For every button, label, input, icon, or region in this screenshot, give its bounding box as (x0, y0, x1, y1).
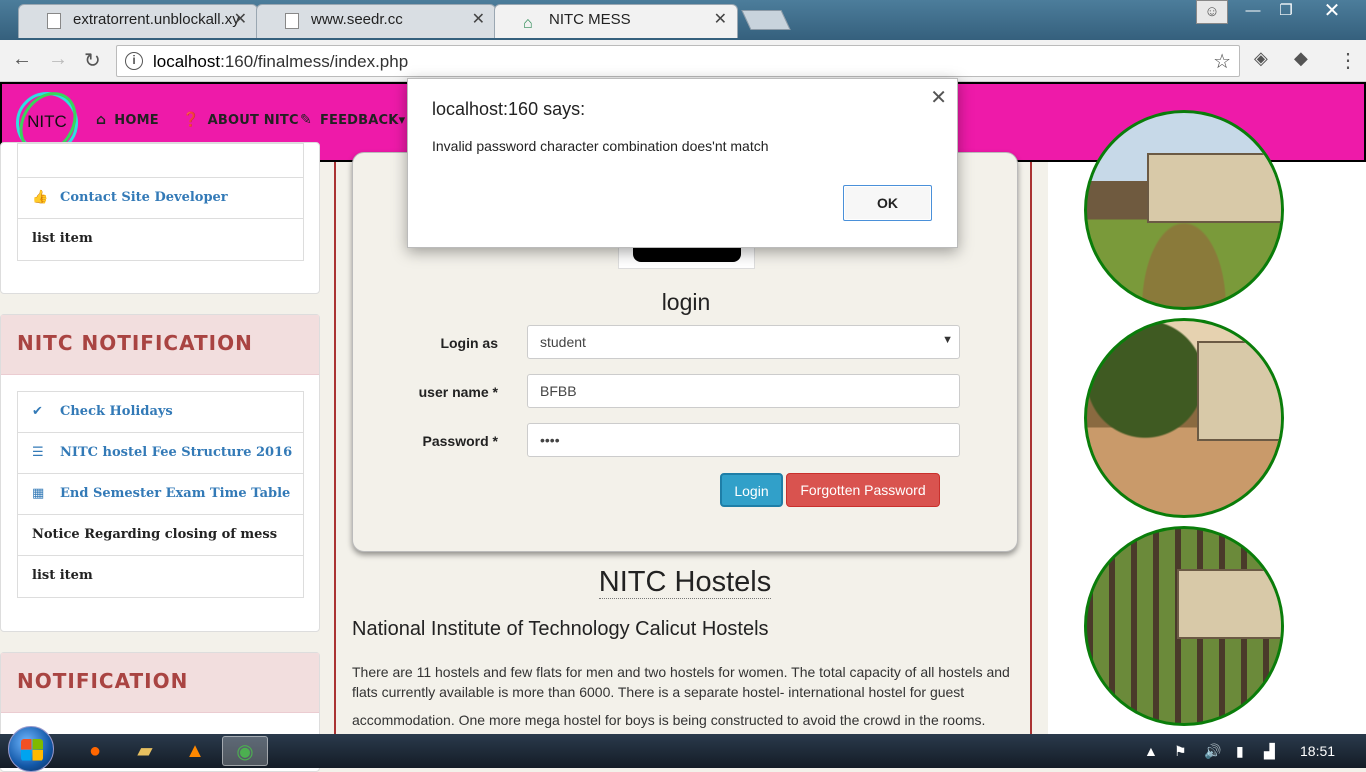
login-button[interactable]: Login (720, 473, 783, 507)
browser-titlebar: extratorrent.unblockall.xy ✕ www.seedr.c… (0, 0, 1366, 40)
links-list: 👍 Contact Site Developer list item (17, 143, 304, 261)
nav-about-nitc[interactable]: ❓ ABOUT NITC (182, 112, 299, 128)
caret-down-icon: ▾ (398, 113, 406, 128)
back-arrow-icon[interactable]: ← (12, 48, 32, 71)
tab-title: NITC MESS (549, 11, 631, 28)
minimize-icon[interactable]: — (1238, 0, 1268, 24)
volume-icon[interactable]: 🔊 (1204, 743, 1221, 760)
panel-title: NITC NOTIFICATION (1, 315, 319, 375)
home-icon: ⌂ (96, 112, 107, 128)
new-tab-button[interactable] (741, 10, 791, 30)
vlc-icon[interactable]: ▲ (172, 736, 218, 766)
page-title: NITC Hostels (598, 566, 772, 599)
maximize-icon[interactable]: ❐ (1270, 0, 1302, 24)
close-tab-icon[interactable]: ✕ (472, 5, 485, 35)
hostel-photo (1084, 110, 1284, 310)
taskbar-clock[interactable]: 18:51 (1300, 743, 1335, 759)
chrome-icon[interactable]: ◉ (222, 736, 268, 766)
reload-icon[interactable]: ↻ (84, 48, 101, 73)
nav-home[interactable]: ⌂ HOME (96, 112, 159, 128)
left-sidebar: 👍 Contact Site Developer list item NITC N… (0, 142, 320, 772)
bookmark-star-icon[interactable]: ☆ (1213, 49, 1231, 74)
question-circle-icon: ❓ (182, 112, 200, 128)
list-item[interactable]: list item (18, 556, 303, 597)
notification-list: ✔ Check Holidays ☰ NITC hostel Fee Structu… (17, 391, 304, 598)
links-panel: 👍 Contact Site Developer list item (0, 142, 320, 294)
list-item-check-holidays[interactable]: ✔ Check Holidays (18, 392, 303, 433)
login-as-label: Login as (440, 335, 498, 351)
list-item-exam-timetable[interactable]: ▦ End Semester Exam Time Table (18, 474, 303, 515)
close-tab-icon[interactable]: ✕ (234, 5, 247, 35)
paragraph: accommodation. One more mega hostel for … (352, 712, 986, 728)
windows-logo-icon (21, 739, 43, 761)
file-explorer-icon[interactable]: ▰ (122, 736, 168, 766)
login-as-select[interactable]: student ▼ (527, 325, 960, 359)
home-icon: ⌂ (523, 15, 533, 32)
pencil-icon: ✎ (300, 112, 312, 128)
nitc-notification-panel: NITC NOTIFICATION ✔ Check Holidays ☰ NITC … (0, 314, 320, 632)
page-icon (47, 13, 61, 29)
info-icon[interactable]: i (125, 52, 143, 70)
thumbs-up-icon: 👍 (32, 190, 49, 205)
password-label: Password * (422, 433, 498, 449)
nav-feedback[interactable]: ✎ FEEDBACK▾ (300, 112, 405, 128)
extension-icon[interactable]: ◆ (1294, 48, 1308, 69)
login-title: login (661, 289, 711, 315)
username-input[interactable]: BFBB (527, 374, 960, 408)
browser-toolbar: ← → ↻ i localhost:160/finalmess/index.ph… (0, 40, 1366, 82)
windows-taskbar: ● ▰ ▲ ◉ ▲ ⚑ 🔊 ▮ ▟ 18:51 (0, 726, 1366, 772)
url-text: localhost:160/finalmess/index.php (153, 52, 409, 71)
close-icon[interactable]: ✕ (930, 85, 947, 110)
dialog-message: Invalid password character combination d… (432, 138, 769, 154)
hostel-photo (1084, 318, 1284, 518)
right-gallery (1048, 110, 1366, 734)
menu-kebab-icon[interactable]: ⋮ (1338, 48, 1358, 73)
signal-icon[interactable]: ▟ (1264, 743, 1275, 760)
firefox-icon[interactable]: ● (72, 736, 118, 766)
dialog-title: localhost:160 says: (432, 99, 586, 119)
username-label: user name * (418, 384, 498, 400)
panel-title: NOTIFICATION (1, 653, 319, 713)
browser-tab-extratorrent[interactable]: extratorrent.unblockall.xy ✕ (18, 4, 258, 38)
list-item-contact-developer[interactable]: 👍 Contact Site Developer (18, 178, 303, 219)
list-item-mess-notice[interactable]: Notice Regarding closing of mess (18, 515, 303, 556)
alert-dialog: localhost:160 says: ✕ Invalid password c… (407, 78, 958, 248)
extension-icon[interactable]: ◈ (1254, 48, 1268, 69)
list-item-fee-structure[interactable]: ☰ NITC hostel Fee Structure 2016 (18, 433, 303, 474)
tab-title: extratorrent.unblockall.xy (73, 11, 240, 28)
action-center-flag-icon[interactable]: ⚑ (1174, 743, 1187, 760)
forward-arrow-icon[interactable]: → (48, 48, 68, 71)
show-hidden-icons-icon[interactable]: ▲ (1144, 743, 1158, 759)
password-input[interactable]: •••• (527, 423, 960, 457)
browser-tab-seedr[interactable]: www.seedr.cc ✕ (256, 4, 496, 38)
paragraph: There are 11 hostels and few flats for m… (352, 664, 1010, 700)
ok-button[interactable]: OK (843, 185, 932, 221)
close-window-icon[interactable]: ✕ (1306, 0, 1358, 24)
forgot-password-button[interactable]: Forgotten Password (786, 473, 940, 507)
hostel-photo (1084, 526, 1284, 726)
tab-title: www.seedr.cc (311, 11, 403, 28)
user-profile-icon[interactable]: ☺ (1196, 0, 1228, 24)
battery-icon[interactable]: ▮ (1236, 743, 1244, 760)
page-icon (285, 13, 299, 29)
start-button[interactable] (8, 726, 54, 772)
list-item[interactable]: list item (18, 219, 303, 260)
calendar-icon: ▦ (32, 486, 45, 501)
page-subtitle: National Institute of Technology Calicut… (352, 618, 769, 640)
address-bar[interactable]: i localhost:160/finalmess/index.php ☆ (116, 45, 1240, 77)
close-tab-icon[interactable]: ✕ (714, 5, 727, 35)
list-icon: ☰ (32, 445, 44, 460)
browser-tab-nitc-mess[interactable]: ⌂ NITC MESS ✕ (494, 4, 738, 38)
chevron-down-icon: ▼ (942, 334, 953, 346)
check-icon: ✔ (32, 404, 43, 419)
